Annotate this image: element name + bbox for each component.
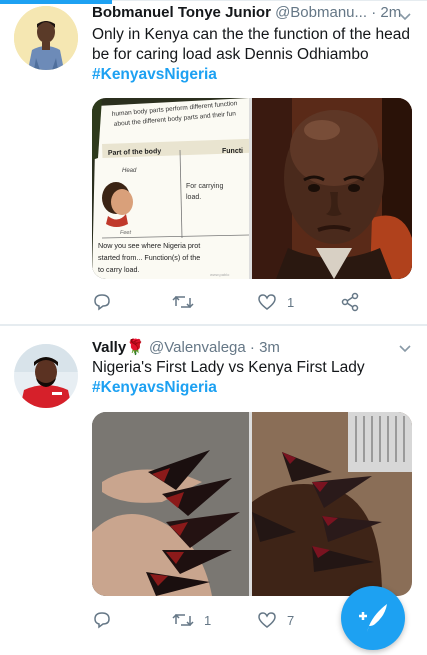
- display-name[interactable]: Bobmanuel Tonye Junior: [92, 4, 271, 21]
- caption-line-3: to carry load.: [98, 265, 140, 274]
- tweet-media[interactable]: human body parts perform different funct…: [92, 98, 412, 279]
- media-image-nails-red[interactable]: [92, 412, 249, 596]
- timestamp[interactable]: · 3m: [250, 339, 280, 356]
- table-header-function: Functi: [222, 148, 243, 155]
- media-image-nails-black[interactable]: [252, 412, 412, 596]
- tweet-media[interactable]: [92, 412, 412, 596]
- heart-icon: [258, 294, 276, 310]
- share-button[interactable]: [340, 290, 360, 314]
- retweet-button[interactable]: [172, 290, 194, 314]
- avatar-vally[interactable]: [14, 344, 78, 408]
- tweet-header: Vally🌹 @Valenvalega · 3m: [92, 338, 417, 358]
- compose-tweet-icon: [359, 604, 387, 632]
- reply-icon: [94, 612, 110, 629]
- like-count: 7: [287, 612, 295, 628]
- label-feet: Feet: [120, 230, 131, 236]
- function-carrying: For carrying: [186, 183, 223, 190]
- retweet-icon: [172, 613, 194, 627]
- brand-watermark: www.pablo: [210, 272, 230, 277]
- chevron-down-icon[interactable]: [397, 8, 413, 24]
- like-button[interactable]: 7: [257, 608, 294, 632]
- reply-button[interactable]: [92, 290, 112, 314]
- tweet-text: Nigeria's First Lady vs Kenya First Lady…: [92, 358, 418, 398]
- caption-line-1: Now you see where Nigeria prot: [98, 241, 200, 250]
- media-image-portrait[interactable]: [252, 98, 412, 279]
- share-icon: [341, 292, 359, 312]
- tweet-1[interactable]: Bobmanuel Tonye Junior @Bobmanu... · 2m …: [0, 0, 427, 325]
- retweet-count: 1: [204, 612, 212, 628]
- user-handle[interactable]: @Valenvalega: [149, 339, 246, 356]
- hashtag-link[interactable]: #KenyavsNigeria: [92, 66, 217, 83]
- tweet-text-content: Nigeria's First Lady vs Kenya First Lady: [92, 359, 365, 376]
- function-load: load.: [186, 194, 201, 201]
- heart-icon: [258, 612, 276, 628]
- retweet-icon: [172, 295, 194, 309]
- reply-icon: [94, 294, 110, 311]
- retweet-button[interactable]: 1: [172, 608, 211, 632]
- caption-line-2: started from... Function(s) of the: [98, 253, 200, 262]
- reply-button[interactable]: [92, 608, 112, 632]
- tweet-text: Only in Kenya can the the function of th…: [92, 25, 418, 85]
- compose-tweet-button[interactable]: [341, 586, 405, 650]
- display-name[interactable]: Vally🌹: [92, 339, 145, 356]
- like-button[interactable]: 1: [257, 290, 294, 314]
- avatar-bobmanuel[interactable]: [14, 6, 78, 70]
- hashtag-link[interactable]: #KenyavsNigeria: [92, 379, 217, 396]
- chevron-down-icon[interactable]: [397, 340, 413, 356]
- user-handle[interactable]: @Bobmanu...: [275, 4, 367, 21]
- tweet-text-content: Only in Kenya can the the function of th…: [92, 26, 410, 63]
- like-count: 1: [287, 294, 295, 310]
- tweet-header: Bobmanuel Tonye Junior @Bobmanu... · 2m: [92, 4, 417, 24]
- label-head: Head: [122, 168, 137, 174]
- tweet-actions: 1: [92, 290, 412, 314]
- media-image-textbook[interactable]: human body parts perform different funct…: [92, 98, 249, 279]
